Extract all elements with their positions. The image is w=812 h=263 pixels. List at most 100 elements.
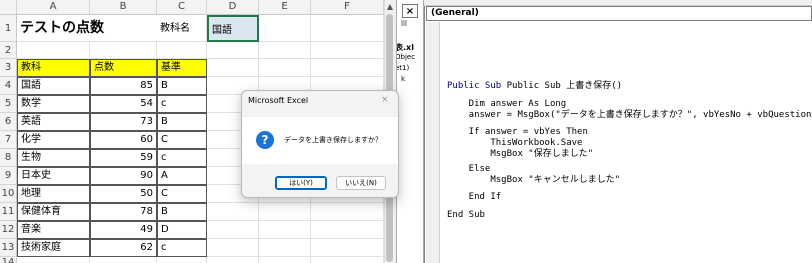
- empty-cell[interactable]: [311, 221, 384, 239]
- yes-button[interactable]: はい(Y): [275, 176, 327, 190]
- code-line-msg-cancel[interactable]: MsgBox "キャンセルしました": [447, 175, 620, 186]
- cell-b2[interactable]: [90, 42, 157, 59]
- table-cell[interactable]: 保健体育: [17, 203, 90, 221]
- table-cell[interactable]: 49: [90, 221, 157, 239]
- empty-cell[interactable]: [207, 59, 259, 77]
- table-header-b[interactable]: 点数: [90, 59, 157, 77]
- dialog-close-icon[interactable]: ×: [381, 95, 389, 105]
- table-cell[interactable]: D: [157, 221, 207, 239]
- table-cell[interactable]: 50: [90, 185, 157, 203]
- table-cell[interactable]: B: [157, 113, 207, 131]
- tree-item-thisworkbook[interactable]: k: [401, 75, 405, 83]
- table-cell[interactable]: 化学: [17, 131, 90, 149]
- table-cell[interactable]: 62: [90, 239, 157, 257]
- table-cell[interactable]: 英語: [17, 113, 90, 131]
- empty-cell[interactable]: [207, 221, 259, 239]
- cell-d1-selected[interactable]: 国語: [207, 15, 259, 42]
- row-header-13[interactable]: 13: [0, 239, 17, 257]
- table-cell[interactable]: C: [157, 131, 207, 149]
- row-header-11[interactable]: 11: [0, 203, 17, 221]
- cell-e2[interactable]: [259, 42, 311, 59]
- cell-f1[interactable]: [311, 15, 384, 42]
- row-header-6[interactable]: 6: [0, 113, 17, 131]
- table-cell[interactable]: 生物: [17, 149, 90, 167]
- code-line-endsub[interactable]: End Sub: [447, 210, 485, 221]
- row-header-1[interactable]: 1: [0, 15, 17, 42]
- col-header-e[interactable]: E: [259, 0, 311, 15]
- table-cell[interactable]: c: [157, 95, 207, 113]
- no-button[interactable]: いいえ(N): [336, 176, 386, 190]
- scroll-up-arrow-icon[interactable]: ▲: [384, 0, 396, 13]
- table-cell[interactable]: B: [157, 203, 207, 221]
- table-cell[interactable]: 数学: [17, 95, 90, 113]
- tree-item-objects[interactable]: Objec: [397, 53, 415, 61]
- table-cell[interactable]: 90: [90, 167, 157, 185]
- row-header-10[interactable]: 10: [0, 185, 17, 203]
- empty-cell[interactable]: [259, 203, 311, 221]
- pane-close-icon[interactable]: ×: [402, 4, 418, 18]
- row-header-3[interactable]: 3: [0, 59, 17, 77]
- empty-cell[interactable]: [311, 239, 384, 257]
- code-line-dim[interactable]: Dim answer As Long: [447, 99, 567, 110]
- table-cell[interactable]: 59: [90, 149, 157, 167]
- code-line-if[interactable]: If answer = vbYes Then: [447, 127, 588, 138]
- col-header-c[interactable]: C: [157, 0, 207, 15]
- table-cell[interactable]: 85: [90, 77, 157, 95]
- code-line-msg-saved[interactable]: MsgBox "保存しました": [447, 149, 593, 160]
- empty-cell[interactable]: [207, 203, 259, 221]
- code-line-msgbox[interactable]: answer = MsgBox("データを上書き保存しますか？", vbYesN…: [447, 110, 812, 121]
- table-cell[interactable]: 国語: [17, 77, 90, 95]
- code-line-save[interactable]: ThisWorkbook.Save: [447, 138, 582, 149]
- table-cell[interactable]: 60: [90, 131, 157, 149]
- empty-cell[interactable]: [207, 257, 259, 263]
- table-cell[interactable]: 技術家庭: [17, 239, 90, 257]
- row-header-5[interactable]: 5: [0, 95, 17, 113]
- empty-cell[interactable]: [259, 59, 311, 77]
- table-cell[interactable]: c: [157, 239, 207, 257]
- code-line-sub[interactable]: Public Sub Public Sub 上書き保存(): [447, 81, 622, 92]
- cell-e1[interactable]: [259, 15, 311, 42]
- empty-cell[interactable]: [311, 257, 384, 263]
- table-cell[interactable]: A: [157, 167, 207, 185]
- cell-c2[interactable]: [157, 42, 207, 59]
- col-header-d[interactable]: D: [207, 0, 259, 15]
- table-cell[interactable]: 地理: [17, 185, 90, 203]
- row-header-12[interactable]: 12: [0, 221, 17, 239]
- empty-cell[interactable]: [259, 257, 311, 263]
- cell-d2[interactable]: [207, 42, 259, 59]
- row-header-8[interactable]: 8: [0, 149, 17, 167]
- row-header-4[interactable]: 4: [0, 77, 17, 95]
- object-combobox[interactable]: (General): [426, 6, 812, 21]
- row-header-9[interactable]: 9: [0, 167, 17, 185]
- col-header-b[interactable]: B: [90, 0, 157, 15]
- empty-cell[interactable]: [157, 257, 207, 263]
- table-cell[interactable]: 54: [90, 95, 157, 113]
- col-header-a[interactable]: A: [17, 0, 90, 15]
- cell-a2[interactable]: [17, 42, 90, 59]
- table-header-a[interactable]: 教科: [17, 59, 90, 77]
- cell-c1[interactable]: 教科名: [157, 15, 207, 42]
- empty-cell[interactable]: [311, 203, 384, 221]
- empty-cell[interactable]: [17, 257, 90, 263]
- code-line-endif[interactable]: End If: [447, 192, 502, 203]
- table-cell[interactable]: 音楽: [17, 221, 90, 239]
- table-cell[interactable]: 78: [90, 203, 157, 221]
- table-cell[interactable]: B: [157, 77, 207, 95]
- tree-item-sheet1[interactable]: et1): [397, 64, 409, 72]
- table-header-c[interactable]: 基準: [157, 59, 207, 77]
- code-line-else[interactable]: Else: [447, 164, 491, 175]
- cell-f2[interactable]: [311, 42, 384, 59]
- empty-cell[interactable]: [90, 257, 157, 263]
- row-header-14[interactable]: 14: [0, 257, 17, 263]
- empty-cell[interactable]: [207, 239, 259, 257]
- row-header-7[interactable]: 7: [0, 131, 17, 149]
- tree-item-workbook[interactable]: 表.xl: [397, 42, 414, 53]
- table-cell[interactable]: 日本史: [17, 167, 90, 185]
- empty-cell[interactable]: [259, 239, 311, 257]
- code-margin-indicator-bar[interactable]: [426, 22, 440, 263]
- cell-a1-title[interactable]: テストの点数: [17, 15, 157, 42]
- table-cell[interactable]: 73: [90, 113, 157, 131]
- table-cell[interactable]: c: [157, 149, 207, 167]
- col-header-f[interactable]: F: [311, 0, 384, 15]
- table-cell[interactable]: C: [157, 185, 207, 203]
